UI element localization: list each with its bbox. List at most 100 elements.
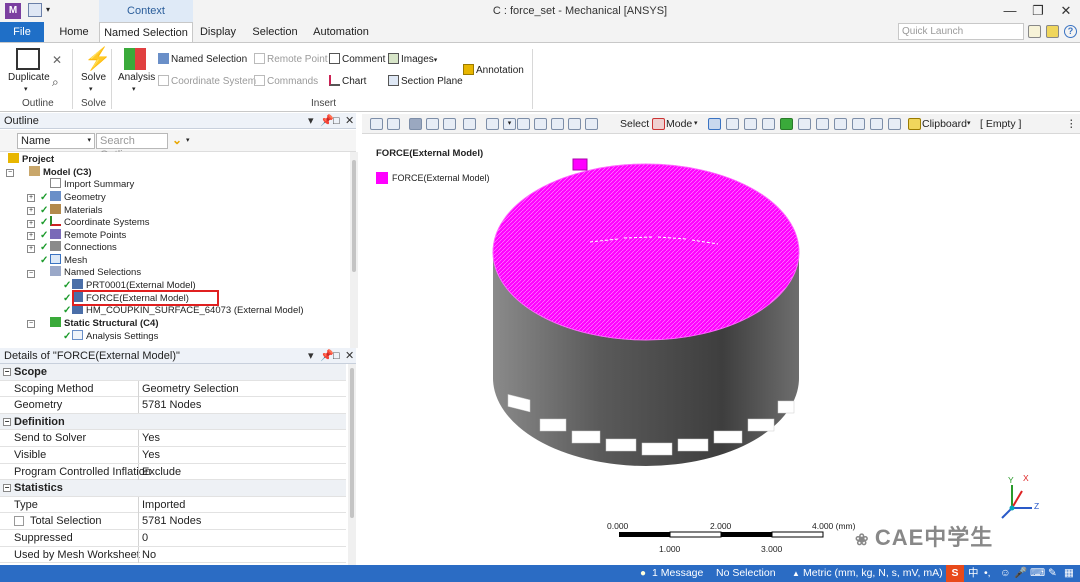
display-edges-icon[interactable]	[443, 118, 456, 130]
chart-button[interactable]: Chart	[329, 75, 366, 87]
microphone-icon[interactable]: 🎤	[1014, 565, 1027, 582]
selection-filter-icon[interactable]	[888, 118, 901, 130]
name-filter-select[interactable]: Name ▾	[17, 133, 95, 149]
grid-icon[interactable]: ▦	[1064, 565, 1074, 582]
details-row[interactable]: Program Controlled Inflation Exclude	[0, 463, 346, 481]
select-face-icon[interactable]	[762, 118, 775, 130]
tree-expand-icon[interactable]: +	[27, 245, 35, 253]
pin-icon[interactable]: 📌	[320, 113, 334, 129]
pin-icon[interactable]: 📌	[320, 348, 334, 364]
details-row[interactable]: Total Selection 5781 Nodes	[0, 513, 346, 530]
row-value[interactable]: 0	[138, 530, 346, 546]
select-cursor-icon[interactable]	[652, 118, 665, 130]
restore-button[interactable]: ❐	[1024, 0, 1052, 22]
select-body-icon[interactable]	[780, 118, 793, 130]
tree-item-mesh[interactable]: Mesh	[50, 254, 87, 266]
close-button[interactable]: ✕	[1052, 0, 1080, 22]
tree-item-coordinate-systems[interactable]: Coordinate Systems	[50, 216, 150, 228]
row-value[interactable]: Imported	[138, 496, 346, 513]
tab-selection[interactable]: Selection	[248, 22, 302, 42]
row-value[interactable]: Yes	[138, 447, 346, 463]
emoji-icon[interactable]: ☺	[1000, 565, 1011, 582]
search-expand-icon[interactable]: ⌄	[172, 133, 182, 147]
analysis-button[interactable]: Analysis	[118, 72, 155, 83]
ime-language-icon[interactable]: 中	[968, 565, 979, 582]
messages-count[interactable]: 1 Message	[652, 565, 703, 582]
mode-dropdown-icon[interactable]: ▾	[694, 114, 698, 134]
mode-dropdown[interactable]: Mode	[666, 114, 692, 134]
duplicate-icon[interactable]	[16, 48, 40, 70]
details-row[interactable]: Scoping Method Geometry Selection	[0, 380, 346, 398]
zoom-out-icon[interactable]	[568, 118, 581, 130]
tree-item-remote-points[interactable]: Remote Points	[50, 229, 126, 241]
pan-icon[interactable]	[517, 118, 530, 130]
scrollbar-thumb[interactable]	[352, 160, 356, 272]
box-view-icon[interactable]	[409, 118, 422, 130]
named-selection-button[interactable]: Named Selection	[158, 53, 247, 65]
select-vertex-icon[interactable]	[726, 118, 739, 130]
details-section-statistics[interactable]: − Statistics	[0, 480, 346, 497]
comment-button[interactable]: Comment	[329, 53, 385, 65]
minimize-button[interactable]: —	[996, 0, 1024, 22]
details-row[interactable]: Send to Solver Yes	[0, 430, 346, 447]
search-dropdown-icon[interactable]: ▾	[186, 136, 190, 144]
tree-item-project[interactable]: Project	[8, 153, 54, 165]
section-plane-button[interactable]: Section Plane	[388, 75, 463, 87]
close-pane-icon[interactable]: ✕	[345, 348, 354, 364]
row-value[interactable]: Geometry Selection	[138, 380, 346, 397]
row-value[interactable]: Exclude	[138, 463, 346, 480]
details-scrollbar[interactable]	[348, 364, 356, 565]
clipboard-icon[interactable]	[908, 118, 921, 130]
tree-item-static-structural[interactable]: Static Structural (C4)	[50, 317, 159, 329]
maximize-pane-icon[interactable]: □	[333, 113, 340, 129]
message-icon[interactable]: ●	[640, 565, 646, 582]
tree-collapse-icon[interactable]: −	[27, 270, 35, 278]
row-value[interactable]: Yes	[138, 430, 346, 447]
magnify-icon[interactable]	[585, 118, 598, 130]
images-button[interactable]: Images▾	[388, 53, 437, 65]
ime-logo-icon[interactable]: S	[946, 565, 964, 582]
units-selector[interactable]: Metric (mm, kg, N, s, mV, mA)	[803, 565, 943, 582]
select-all-icon[interactable]	[870, 118, 883, 130]
save-icon[interactable]	[28, 3, 42, 17]
keyboard-icon[interactable]: ⌨	[1030, 565, 1045, 582]
theme-icon[interactable]	[1046, 25, 1059, 38]
tab-automation[interactable]: Automation	[310, 22, 372, 42]
tab-display[interactable]: Display	[196, 22, 240, 42]
wireframe-icon[interactable]	[426, 118, 439, 130]
tree-expand-icon[interactable]: +	[27, 207, 35, 215]
pane-menu-icon[interactable]: ▾	[308, 113, 314, 129]
tree-item-geometry[interactable]: Geometry	[50, 191, 106, 203]
find-icon[interactable]: ⌕	[52, 75, 59, 90]
toolbar-overflow-icon[interactable]: ⋮	[1066, 114, 1077, 134]
select-edge-icon[interactable]	[744, 118, 757, 130]
close-pane-icon[interactable]: ✕	[345, 113, 354, 129]
tree-collapse-icon[interactable]: −	[6, 169, 14, 177]
tree-item-materials[interactable]: Materials	[50, 204, 103, 216]
mechanical-app-icon[interactable]: M	[5, 3, 21, 19]
duplicate-button[interactable]: Duplicate	[8, 72, 50, 83]
zoom-to-fit-icon[interactable]	[370, 118, 383, 130]
zoom-icon[interactable]	[387, 118, 400, 130]
graphics-options-icon[interactable]	[463, 118, 476, 130]
zoom-in-icon[interactable]	[534, 118, 547, 130]
extend-selection-icon[interactable]	[852, 118, 865, 130]
select-element-face-icon[interactable]	[816, 118, 829, 130]
row-value[interactable]: 5781 Nodes	[138, 513, 346, 530]
clipboard-dropdown-icon[interactable]: ▾	[967, 114, 971, 134]
solve-icon[interactable]: ⚡	[84, 46, 111, 72]
select-element-icon[interactable]	[834, 118, 847, 130]
parameter-checkbox[interactable]	[14, 516, 24, 527]
tree-expand-icon[interactable]: +	[27, 220, 35, 228]
graphics-viewport[interactable]: FORCE(External Model) FORCE(External Mod…	[362, 135, 1080, 565]
details-row[interactable]: Type Imported	[0, 496, 346, 514]
collapse-icon[interactable]: −	[3, 368, 11, 376]
tree-collapse-icon[interactable]: −	[27, 320, 35, 328]
details-row[interactable]: Visible Yes	[0, 447, 346, 464]
tree-item-analysis-settings[interactable]: Analysis Settings	[72, 330, 158, 342]
note-icon[interactable]	[1028, 25, 1041, 38]
details-row[interactable]: Suppressed 0	[0, 530, 346, 547]
details-section-definition[interactable]: − Definition	[0, 413, 346, 431]
commands-button[interactable]: Commands	[254, 75, 318, 87]
annotation-button[interactable]: Annotation	[463, 64, 524, 76]
